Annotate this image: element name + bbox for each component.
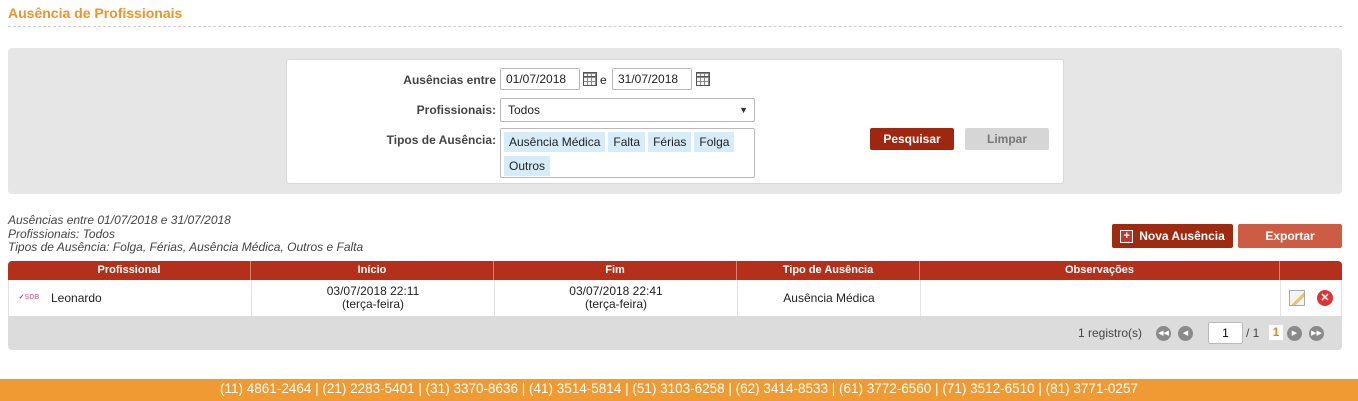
table-header: Profissional Início Fim Tipo de Ausência… [8, 261, 1342, 280]
summary-professionals: Profissionais: Todos [8, 226, 115, 241]
professional-name: Leonardo [51, 290, 102, 305]
summary-date-range: Ausências entre 01/07/2018 e 31/07/2018 [8, 213, 231, 227]
new-absence-button[interactable]: + Nova Ausência [1112, 224, 1233, 248]
calendar-icon[interactable] [583, 72, 597, 86]
professional-select-value: Todos [508, 103, 541, 117]
date-to-input[interactable] [612, 68, 692, 90]
cell-start: 03/07/2018 22:11 (terça-feira) [252, 280, 495, 316]
calendar-icon[interactable] [696, 72, 710, 86]
absence-types-label: Tipos de Ausência: [386, 133, 496, 147]
export-button[interactable]: Exportar [1238, 224, 1342, 248]
absence-type-tag[interactable]: Outros [504, 156, 551, 176]
absence-type-tag[interactable]: Folga [694, 132, 735, 152]
cell-professional: ✓SDB Leonardo [9, 280, 252, 316]
date-from-input[interactable] [500, 68, 580, 90]
date-range-label: Ausências entre [403, 73, 496, 87]
search-button[interactable]: Pesquisar [870, 128, 954, 150]
prev-page-icon[interactable]: ◀ [1178, 326, 1193, 341]
cell-end: 03/07/2018 22:41 (terça-feira) [495, 280, 738, 316]
filter-summary: Ausências entre 01/07/2018 e 31/07/2018 … [8, 213, 364, 255]
table-row[interactable]: ✓SDB Leonardo 03/07/2018 22:11 (terça-fe… [8, 280, 1342, 316]
title-divider [8, 26, 1342, 27]
delete-icon[interactable]: ✕ [1317, 290, 1333, 306]
plus-icon: + [1120, 229, 1134, 243]
clear-button[interactable]: Limpar [965, 128, 1049, 150]
column-header-absence-type[interactable]: Tipo de Ausência [737, 261, 920, 280]
page-link[interactable]: 1 [1268, 324, 1284, 341]
new-absence-label: Nova Ausência [1139, 229, 1225, 243]
start-weekday: (terça-feira) [341, 297, 404, 311]
summary-absence-types: Tipos de Ausência: Folga, Férias, Ausênc… [8, 240, 364, 254]
professional-logo: ✓SDB [18, 294, 40, 301]
last-page-icon[interactable]: ▶▶ [1309, 326, 1324, 341]
professional-label: Profissionais: [416, 103, 496, 117]
next-page-icon[interactable]: ▶ [1287, 326, 1302, 341]
record-count: 1 registro(s) [1078, 326, 1143, 340]
footer-phones: (11) 4861-2464 | (21) 2283-5401 | (31) 3… [220, 381, 1138, 396]
absence-type-tag[interactable]: Ausência Médica [504, 132, 606, 152]
page-number-input[interactable] [1208, 322, 1243, 344]
table-footer: 1 registro(s) ◀◀ ◀ / 1 1 ▶ ▶▶ [8, 316, 1342, 350]
cell-notes [921, 280, 1281, 316]
date-conjunction: e [600, 73, 607, 87]
column-header-notes[interactable]: Observações [920, 261, 1280, 280]
cell-absence-type: Ausência Médica [738, 280, 921, 316]
absence-types-multiselect[interactable]: Ausência Médica Falta Férias Folga Outro… [500, 128, 755, 178]
end-weekday: (terça-feira) [584, 297, 647, 311]
absence-type-tag[interactable]: Falta [608, 132, 646, 152]
column-header-start[interactable]: Início [251, 261, 494, 280]
column-header-end[interactable]: Fim [494, 261, 737, 280]
column-header-actions [1280, 261, 1342, 280]
cell-actions: ✕ [1281, 280, 1341, 316]
edit-icon[interactable] [1289, 290, 1305, 306]
column-header-professional[interactable]: Profissional [8, 261, 251, 280]
site-footer: (11) 4861-2464 | (21) 2283-5401 | (31) 3… [0, 379, 1358, 401]
professional-select[interactable]: Todos ▼ [500, 98, 755, 122]
chevron-down-icon: ▼ [739, 105, 748, 115]
page-total: / 1 [1246, 326, 1260, 340]
absence-type-tag[interactable]: Férias [648, 132, 692, 152]
first-page-icon[interactable]: ◀◀ [1156, 326, 1171, 341]
page-title: Ausência de Profissionais [8, 5, 183, 21]
